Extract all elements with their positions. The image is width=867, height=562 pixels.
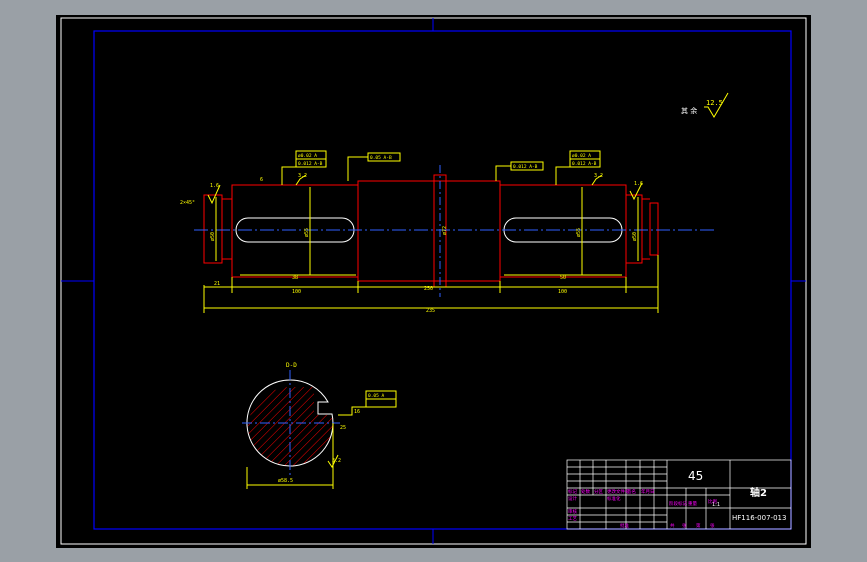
tol-3: 0.05 A-B: [370, 155, 392, 161]
dim-overall: 235: [426, 308, 435, 314]
tb-label-2: 分区: [594, 488, 603, 495]
tb-drawing-number: HF116-007-013: [732, 514, 786, 522]
tb-label-14: 共: [670, 522, 675, 529]
dim-key-left-offset: 6: [260, 177, 263, 183]
roughness-1: 1.6: [210, 183, 219, 189]
dim-key-left-len: 38: [292, 275, 298, 281]
tb-label-4: 签名: [627, 488, 636, 495]
tol-4: 0.012 A-B: [513, 164, 538, 170]
length-dimensions: [203, 255, 659, 313]
chamfer-note: 2×45°: [180, 200, 195, 206]
dim-dia-right-key: ø55: [576, 228, 582, 237]
tol-5: ø0.02 A: [572, 153, 591, 159]
roughness-marks: [207, 174, 643, 205]
dim-dia-mid: ø72: [442, 226, 448, 235]
drawing-canvas: 其 余 12.5 ø55 ø55 ø72 ø50 ø50 1.6 3.2 3.2…: [60, 17, 807, 545]
tb-label-15: 张: [682, 522, 687, 529]
tol-2: 0.012 A-B: [298, 161, 323, 167]
dim-middle: 250: [424, 286, 433, 292]
shaft-main-view: [203, 174, 659, 288]
section-label: D-D: [286, 362, 297, 369]
tb-label-9: 设计: [568, 495, 577, 502]
section-dim-dia: ø58.5: [278, 478, 293, 484]
drawing-frame: [93, 30, 792, 530]
tb-label-1: 处数: [581, 488, 590, 495]
dim-left-shoulder: 21: [214, 281, 220, 287]
tb-label-11: 审核: [568, 508, 577, 515]
dim-dia-right-end: ø50: [632, 232, 638, 241]
tb-material: 45: [688, 469, 703, 483]
dim-dia-left-end: ø50: [210, 232, 216, 241]
dim-key-right-len: 50: [560, 275, 566, 281]
diameter-dimensions: [215, 187, 639, 275]
tb-label-13: 批准: [620, 522, 629, 529]
roughness-4: 1.6: [634, 181, 643, 187]
tb-label-0: 标记: [568, 488, 577, 495]
tb-label-7: 重量: [688, 500, 697, 507]
cad-viewport[interactable]: 其 余 12.5 ø55 ø55 ø72 ø50 ø50 1.6 3.2 3.2…: [56, 15, 811, 548]
tb-label-5: 年月日: [641, 488, 655, 495]
section-dim-depth: 25: [340, 425, 346, 431]
dim-right-keyseat: 100: [558, 289, 567, 295]
tb-part-name: 轴2: [750, 486, 767, 499]
tol-1: ø0.02 A: [298, 153, 317, 159]
tb-label-10: 标准化: [607, 495, 621, 502]
surface-finish-note: 其 余: [681, 106, 697, 115]
tb-label-8: 比例: [708, 498, 717, 505]
dim-left-keyseat: 100: [292, 289, 301, 295]
tolerance-frames: [281, 150, 601, 185]
roughness-2: 3.2: [298, 173, 307, 179]
section-tol: 0.05 A: [368, 393, 385, 399]
tb-label-6: 阶段标记: [669, 500, 687, 507]
section-roughness: 3.2: [332, 458, 341, 464]
section-dim-width: 16: [354, 409, 360, 415]
roughness-3: 3.2: [594, 173, 603, 179]
tb-label-17: 张: [710, 522, 715, 529]
dim-dia-left-key: ø55: [304, 228, 310, 237]
tol-6: 0.012 A-B: [572, 161, 597, 167]
tb-label-12: 工艺: [568, 516, 577, 522]
tb-label-16: 第: [696, 522, 701, 529]
